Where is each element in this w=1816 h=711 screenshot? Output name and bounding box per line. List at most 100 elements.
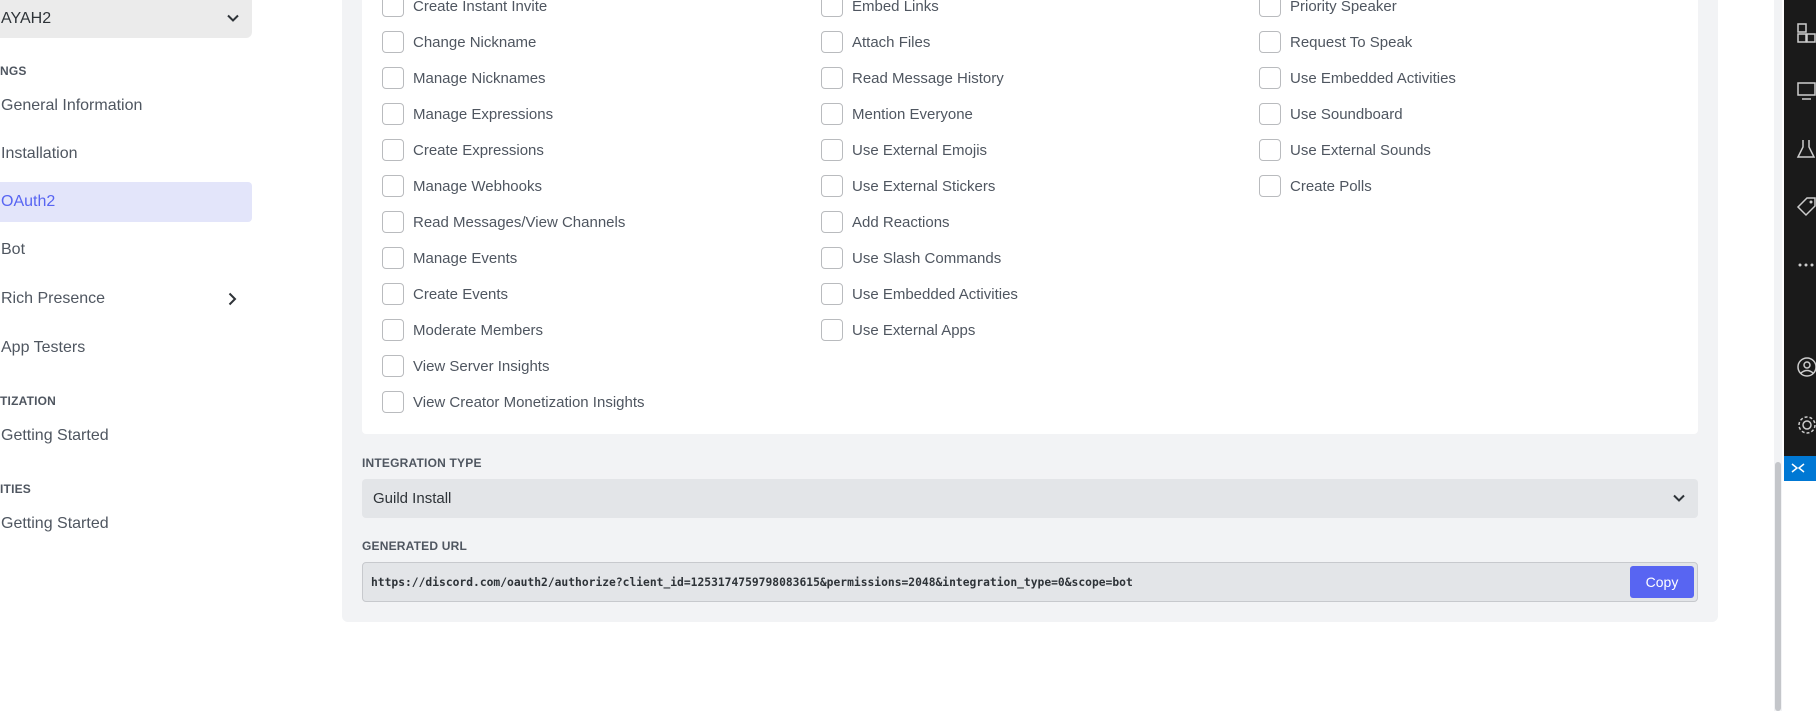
permission-label: Create Polls xyxy=(1290,177,1372,195)
checkbox[interactable] xyxy=(382,103,404,125)
sidebar-item-general-information[interactable]: General Information xyxy=(0,86,252,126)
checkbox[interactable] xyxy=(821,103,843,125)
sidebar-item-monetization-getting-started[interactable]: Getting Started xyxy=(0,416,252,456)
checkbox[interactable] xyxy=(821,0,843,17)
scrollbar-thumb[interactable] xyxy=(1775,462,1781,711)
permission-embed-links[interactable]: Embed Links xyxy=(821,0,939,18)
permission-use-soundboard[interactable]: Use Soundboard xyxy=(1259,102,1403,126)
permission-use-external-apps[interactable]: Use External Apps xyxy=(821,318,975,342)
checkbox[interactable] xyxy=(821,247,843,269)
permission-manage-webhooks[interactable]: Manage Webhooks xyxy=(382,174,542,198)
sidebar-item-activities-getting-started[interactable]: Getting Started xyxy=(0,504,252,544)
generated-url-label: GENERATED URL xyxy=(362,539,468,553)
checkbox[interactable] xyxy=(382,31,404,53)
permission-priority-speaker[interactable]: Priority Speaker xyxy=(1259,0,1397,18)
remote-explorer-icon[interactable] xyxy=(1796,80,1816,107)
chevron-down-icon xyxy=(224,9,242,32)
remote-connection-button[interactable] xyxy=(1784,456,1816,481)
generated-url-text: https://discord.com/oauth2/authorize?cli… xyxy=(371,575,1133,589)
app-selector[interactable]: AYAH2 xyxy=(0,0,252,38)
permission-use-external-emojis[interactable]: Use External Emojis xyxy=(821,138,987,162)
permission-manage-events[interactable]: Manage Events xyxy=(382,246,517,270)
permission-label: Manage Nicknames xyxy=(413,69,546,87)
checkbox[interactable] xyxy=(382,0,404,17)
permission-use-embedded-activities-voice[interactable]: Use Embedded Activities xyxy=(1259,66,1456,90)
permission-create-events[interactable]: Create Events xyxy=(382,282,508,306)
sidebar-item-label: Getting Started xyxy=(1,427,109,444)
permission-label: Attach Files xyxy=(852,33,931,51)
permission-create-instant-invite[interactable]: Create Instant Invite xyxy=(382,0,547,18)
checkbox[interactable] xyxy=(1259,175,1281,197)
permission-label: Read Message History xyxy=(852,69,1004,87)
permission-attach-files[interactable]: Attach Files xyxy=(821,30,930,54)
checkbox[interactable] xyxy=(382,391,404,413)
permission-manage-nicknames[interactable]: Manage Nicknames xyxy=(382,66,546,90)
permission-label: View Server Insights xyxy=(413,357,550,375)
checkbox[interactable] xyxy=(1259,31,1281,53)
account-icon[interactable] xyxy=(1796,356,1816,383)
permission-manage-expressions[interactable]: Manage Expressions xyxy=(382,102,553,126)
permission-request-to-speak[interactable]: Request To Speak xyxy=(1259,30,1412,54)
permission-add-reactions[interactable]: Add Reactions xyxy=(821,210,950,234)
section-heading-settings: NGS xyxy=(0,64,27,78)
permission-use-external-sounds[interactable]: Use External Sounds xyxy=(1259,138,1431,162)
sidebar: AYAH2 NGS General Information Installati… xyxy=(0,0,260,711)
permission-mention-everyone[interactable]: Mention Everyone xyxy=(821,102,973,126)
permission-use-embedded-activities[interactable]: Use Embedded Activities xyxy=(821,282,1018,306)
permission-view-creator-monetization-insights[interactable]: View Creator Monetization Insights xyxy=(382,390,645,414)
generated-url-field[interactable]: https://discord.com/oauth2/authorize?cli… xyxy=(362,562,1698,602)
permission-read-messages[interactable]: Read Messages/View Channels xyxy=(382,210,625,234)
checkbox[interactable] xyxy=(821,319,843,341)
permission-use-slash-commands[interactable]: Use Slash Commands xyxy=(821,246,1001,270)
checkbox[interactable] xyxy=(382,139,404,161)
checkbox[interactable] xyxy=(821,211,843,233)
checkbox[interactable] xyxy=(821,175,843,197)
checkbox[interactable] xyxy=(1259,67,1281,89)
checkbox[interactable] xyxy=(382,355,404,377)
checkbox[interactable] xyxy=(821,283,843,305)
sidebar-item-bot[interactable]: Bot xyxy=(0,230,252,270)
permission-moderate-members[interactable]: Moderate Members xyxy=(382,318,543,342)
permission-label: Use External Stickers xyxy=(852,177,996,195)
integration-type-select[interactable]: Guild Install xyxy=(362,479,1698,518)
checkbox[interactable] xyxy=(821,31,843,53)
extensions-icon[interactable] xyxy=(1796,22,1816,49)
checkbox[interactable] xyxy=(382,247,404,269)
checkbox[interactable] xyxy=(1259,0,1281,17)
checkbox[interactable] xyxy=(1259,139,1281,161)
permission-label: Create Expressions xyxy=(413,141,544,159)
permission-create-polls[interactable]: Create Polls xyxy=(1259,174,1372,198)
sidebar-item-label: Getting Started xyxy=(1,515,109,532)
section-heading-monetization: TIZATION xyxy=(0,394,57,408)
permission-read-message-history[interactable]: Read Message History xyxy=(821,66,1004,90)
sidebar-item-rich-presence[interactable]: Rich Presence xyxy=(0,279,252,319)
checkbox[interactable] xyxy=(382,319,404,341)
checkbox[interactable] xyxy=(382,211,404,233)
sidebar-item-oauth2[interactable]: OAuth2 xyxy=(0,182,252,222)
checkbox[interactable] xyxy=(382,175,404,197)
copy-button[interactable]: Copy xyxy=(1630,566,1694,598)
chevron-down-icon xyxy=(1670,489,1688,511)
permission-use-external-stickers[interactable]: Use External Stickers xyxy=(821,174,995,198)
sidebar-item-label: Bot xyxy=(1,241,26,258)
permission-label: Use External Sounds xyxy=(1290,141,1431,159)
more-icon[interactable] xyxy=(1796,254,1816,281)
tag-icon[interactable] xyxy=(1796,196,1816,223)
testing-icon[interactable] xyxy=(1796,138,1816,165)
sidebar-item-app-testers[interactable]: App Testers xyxy=(0,328,252,368)
checkbox[interactable] xyxy=(382,283,404,305)
checkbox[interactable] xyxy=(382,67,404,89)
checkbox[interactable] xyxy=(821,139,843,161)
checkbox[interactable] xyxy=(1259,103,1281,125)
permission-view-server-insights[interactable]: View Server Insights xyxy=(382,354,549,378)
permission-change-nickname[interactable]: Change Nickname xyxy=(382,30,536,54)
integration-type-label: INTEGRATION TYPE xyxy=(362,456,482,470)
sidebar-item-installation[interactable]: Installation xyxy=(0,134,252,174)
app-name: AYAH2 xyxy=(1,10,52,27)
permission-create-expressions[interactable]: Create Expressions xyxy=(382,138,544,162)
permission-label: Read Messages/View Channels xyxy=(413,213,626,231)
sidebar-item-label: Rich Presence xyxy=(1,290,106,307)
settings-gear-icon[interactable] xyxy=(1796,414,1816,441)
checkbox[interactable] xyxy=(821,67,843,89)
permission-label: Add Reactions xyxy=(852,213,950,231)
